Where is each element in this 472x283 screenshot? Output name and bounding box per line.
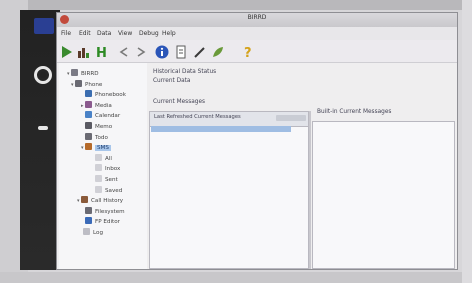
info-icon[interactable] (155, 44, 169, 59)
leaf-icon[interactable] (211, 44, 225, 58)
document-icon[interactable] (174, 44, 188, 59)
tree-item-label: Inbox (105, 166, 121, 173)
tree-item-icon (95, 164, 102, 172)
column-filter-control[interactable] (276, 115, 306, 121)
tree-item-icon (71, 69, 78, 76)
main-content: Historical Data Status Current Data Curr… (149, 63, 455, 269)
chart-icon[interactable] (77, 44, 91, 58)
tree-item-calendar[interactable]: Calendar (81, 111, 120, 119)
section-title: Historical Data Status (153, 69, 217, 75)
tree-item-inbox[interactable]: Inbox (91, 164, 120, 172)
tree-item-log[interactable]: Log (79, 228, 103, 236)
tree-item-icon (83, 228, 90, 235)
tree-item-filesystem[interactable]: Filesystem (81, 206, 125, 215)
arrow-right-icon[interactable] (134, 44, 148, 58)
list-column-header[interactable]: Last Refreshed Current Messages (154, 114, 284, 120)
list-header: Last Refreshed Current Messages (150, 112, 308, 127)
tree-item-label: Log (93, 230, 103, 236)
tree-item-icon (95, 153, 102, 161)
tree-item-label: BIRRD (81, 71, 99, 77)
menu-view[interactable]: View (118, 30, 132, 37)
svg-text:H: H (96, 46, 107, 59)
tree-item-phonebook[interactable]: Phonebook (81, 90, 126, 98)
tree-item-label: All (105, 155, 112, 162)
tree-item-memo[interactable]: Memo (81, 122, 112, 130)
navigation-tree: ▾ BIRRD ▾ Phone Phonebook ▸ Media Calendar Memo T… (59, 63, 147, 269)
tree-item-icon (95, 185, 102, 193)
h-icon[interactable]: H (94, 44, 108, 61)
tree-item-label: FP Editor (95, 219, 120, 226)
builtin-messages-panel[interactable] (312, 121, 455, 269)
tree-item-icon (85, 122, 92, 129)
tree-item-icon (81, 196, 88, 204)
app-window: BIRRD File Edit Data View Debug Help H? ▾ BIRR… (56, 12, 458, 270)
menu-bar: File Edit Data View Debug Help (57, 27, 457, 40)
tree-item-label: Phonebook (95, 92, 126, 99)
photo-bezel-right (462, 0, 472, 283)
tree-item-label: Filesystem (95, 208, 125, 215)
tree-item-label: Call History (91, 198, 124, 205)
dash-icon[interactable] (34, 18, 54, 34)
tree-item-icon (85, 100, 92, 108)
window-title: BIRRD (247, 14, 267, 21)
tree-item-all[interactable]: All (91, 153, 112, 162)
tree-item-media[interactable]: ▸ Media (81, 100, 112, 109)
tree-item-icon (85, 132, 92, 140)
arrow-left-icon[interactable] (117, 44, 131, 58)
photo-bezel-bottom (0, 272, 472, 283)
tree-item-label: Phone (85, 81, 103, 88)
right-panel-title: Built-in Current Messages (317, 109, 392, 115)
svg-text:?: ? (244, 46, 252, 59)
tree-item-icon (85, 206, 92, 214)
toolbar: H? (57, 40, 457, 63)
menu-debug[interactable]: Debug (139, 30, 159, 37)
tree-item-birrd[interactable]: ▾ BIRRD (67, 69, 99, 77)
tree-item-label: Todo (95, 134, 108, 141)
tree-item-label: SMS (95, 145, 111, 152)
tree-item-icon (85, 217, 92, 225)
tree-item-icon (95, 175, 102, 182)
tree-item-phone[interactable]: ▾ Phone (71, 79, 103, 88)
tree-item-label: Media (95, 102, 112, 109)
messages-list[interactable]: Last Refreshed Current Messages (149, 111, 309, 269)
run-icon[interactable] (60, 44, 74, 58)
list-row[interactable] (151, 126, 291, 132)
tree-item-call-history[interactable]: ▾ Call History (77, 196, 123, 204)
menu-edit[interactable]: Edit (79, 30, 91, 37)
pen-icon[interactable] (193, 44, 207, 58)
desktop-sidebar (20, 10, 60, 270)
tree-item-sms[interactable]: ▾ SMS (81, 143, 111, 152)
panel-splitter[interactable] (309, 111, 311, 269)
menu-help[interactable]: Help (162, 30, 176, 37)
menu-file[interactable]: File (61, 30, 71, 37)
tree-item-saved[interactable]: Saved (91, 185, 123, 194)
tree-item-label: Saved (105, 187, 123, 194)
settings-icon[interactable] (34, 66, 52, 84)
tree-item-label: Memo (95, 124, 113, 130)
tree-item-sent[interactable]: Sent (91, 175, 118, 183)
list-title: Current Messages (153, 99, 206, 105)
tree-item-label: Calendar (95, 113, 121, 120)
tree-item-fp-editor[interactable]: FP Editor (81, 217, 120, 225)
title-bar: BIRRD (57, 13, 457, 27)
tree-item-label: Sent (105, 177, 118, 183)
section-subtitle: Current Data (153, 78, 191, 84)
photo-bezel-top (0, 0, 472, 10)
tree-item-icon (85, 90, 92, 98)
tree-item-icon (85, 143, 92, 151)
tree-item-todo[interactable]: Todo (81, 132, 108, 141)
tree-item-icon (85, 111, 92, 119)
menu-data[interactable]: Data (97, 30, 111, 37)
help-icon[interactable]: ? (242, 44, 256, 61)
launcher-icon[interactable] (38, 126, 48, 130)
tree-item-icon (75, 79, 82, 87)
